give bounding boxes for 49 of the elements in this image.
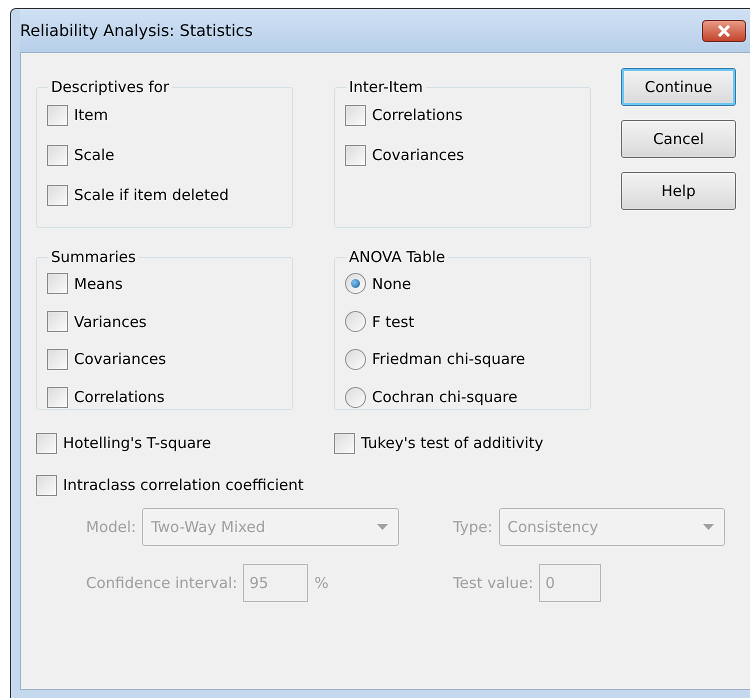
radio-button[interactable] <box>345 273 366 294</box>
unit-label: % <box>314 574 329 592</box>
field-label: Type: <box>453 518 493 536</box>
checkbox[interactable] <box>345 144 366 166</box>
checkbox-label[interactable]: Correlations <box>372 106 463 124</box>
checkbox-label[interactable]: Scale <box>74 146 114 164</box>
checkbox[interactable] <box>36 432 57 454</box>
radio-label[interactable]: None <box>372 274 412 293</box>
radio-label[interactable]: Cochran chi-square <box>372 388 518 406</box>
checkbox[interactable] <box>36 474 57 496</box>
checkbox-label[interactable]: Covariances <box>372 146 464 164</box>
checkbox-label[interactable]: Means <box>74 274 123 293</box>
checkbox[interactable] <box>47 273 68 294</box>
group-title: Descriptives for <box>50 78 170 96</box>
checkbox-label[interactable]: Covariances <box>74 350 166 368</box>
checkbox[interactable] <box>47 386 68 408</box>
dialog-button[interactable]: Continue <box>621 68 736 106</box>
group-title: ANOVA Table <box>348 248 446 266</box>
checkbox-label[interactable]: Correlations <box>74 388 165 406</box>
checkbox[interactable] <box>47 144 68 166</box>
field-label: Test value: <box>453 574 534 592</box>
checkbox-label[interactable]: Hotelling's T-square <box>63 434 212 452</box>
radio-button[interactable] <box>345 311 366 332</box>
checkbox-label[interactable]: Intraclass correlation coefficient <box>63 476 304 494</box>
caret-icon <box>377 524 388 530</box>
caret-icon <box>702 524 714 530</box>
field-label: Model: <box>86 518 136 536</box>
dialog-button[interactable]: Cancel <box>621 120 736 158</box>
close-icon <box>717 24 731 36</box>
radio-label[interactable]: F test <box>372 312 414 331</box>
group-title: Summaries <box>50 248 137 266</box>
dialog-button[interactable]: Help <box>621 172 736 210</box>
checkbox[interactable] <box>334 432 355 454</box>
checkbox-label[interactable]: Item <box>74 106 108 124</box>
window-title: Reliability Analysis: Statistics <box>20 21 253 40</box>
field-label: Confidence interval: <box>86 574 238 592</box>
checkbox[interactable] <box>47 311 68 332</box>
checkbox-label[interactable]: Scale if item deleted <box>74 186 229 204</box>
checkbox[interactable] <box>47 184 68 206</box>
group-title: Inter-Item <box>348 78 424 96</box>
close-button[interactable] <box>702 20 746 42</box>
checkbox[interactable] <box>47 104 68 126</box>
checkbox-label[interactable]: Tukey's test of additivity <box>361 434 544 452</box>
checkbox[interactable] <box>345 104 366 126</box>
checkbox[interactable] <box>47 348 68 370</box>
checkbox-label[interactable]: Variances <box>74 312 147 331</box>
radio-button[interactable] <box>345 386 366 408</box>
radio-button[interactable] <box>345 348 366 370</box>
radio-label[interactable]: Friedman chi-square <box>372 350 526 368</box>
